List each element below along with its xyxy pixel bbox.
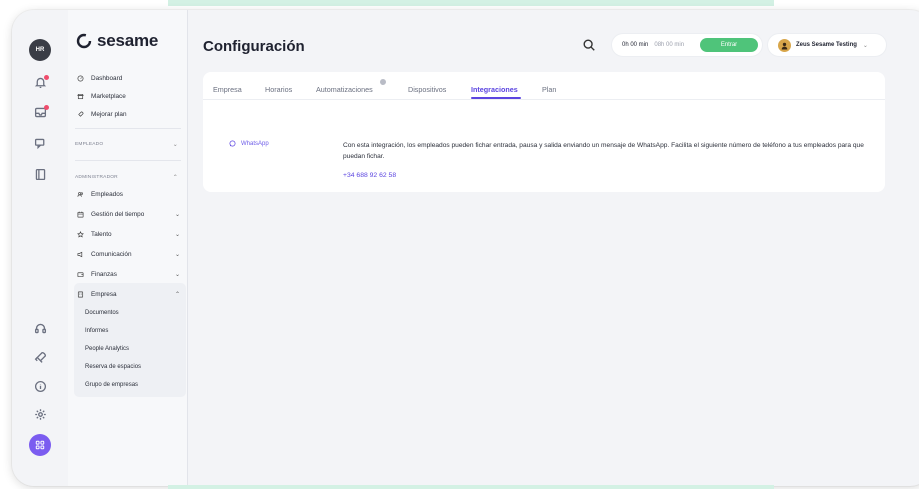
section-administrador[interactable]: ADMINISTRADOR ⌃ <box>75 170 183 184</box>
settings-card: Empresa Horarios Automatizaciones Dispos… <box>203 72 885 192</box>
tab-dispositivos[interactable]: Dispositivos <box>408 85 446 94</box>
avatar-initials: HR <box>29 39 51 61</box>
sidebar-subitem-informes[interactable]: Informes <box>85 322 108 339</box>
chat-icon <box>34 137 47 155</box>
apps-icon <box>29 434 51 456</box>
calendar-icon <box>77 211 87 218</box>
active-tab-indicator <box>471 97 521 99</box>
chevron-up-icon: ⌃ <box>172 174 178 181</box>
sidebar-item-empresa[interactable]: Empresa ⌃ <box>77 286 183 303</box>
whatsapp-integration-label: WhatsApp <box>229 140 269 147</box>
sidebar-item-label: Talento <box>91 231 112 238</box>
integration-description: Con esta integración, los empleados pued… <box>343 142 864 160</box>
gear-icon <box>34 408 47 426</box>
chevron-up-icon: ⌃ <box>174 292 180 298</box>
bottom-accent-bar <box>168 485 774 489</box>
user-menu[interactable]: Zeus Sesame Testing ⌄ <box>768 34 886 56</box>
sidebar-item-label: Empresa <box>91 291 117 298</box>
integration-name: WhatsApp <box>241 140 269 147</box>
entrar-button[interactable]: Entrar <box>700 38 758 52</box>
section-empleado[interactable]: EMPLEADO ⌄ <box>75 137 183 151</box>
chevron-down-icon: ⌄ <box>172 141 178 148</box>
search-button[interactable] <box>582 38 596 52</box>
sidebar-divider <box>75 160 181 161</box>
sidebar: sesame Dashboard Marketplace Mejorar pla… <box>68 10 188 486</box>
tab-automatizaciones[interactable]: Automatizaciones <box>316 85 373 94</box>
chevron-down-icon: ⌄ <box>174 272 180 278</box>
sidebar-divider <box>75 128 181 129</box>
search-icon <box>583 39 595 51</box>
sidebar-item-label: Empleados <box>91 191 123 198</box>
sidebar-item-label: Dashboard <box>91 75 123 82</box>
total-time: 08h 00 min <box>654 42 685 48</box>
users-icon <box>77 191 87 198</box>
sidebar-item-label: Gestión del tiempo <box>91 211 145 218</box>
sesame-logo[interactable]: sesame <box>76 31 158 51</box>
rocket-icon <box>77 111 87 118</box>
inbox-button[interactable] <box>12 105 68 124</box>
integration-phone[interactable]: +34 688 92 62 58 <box>343 172 396 179</box>
sidebar-subitem-grupo-empresas[interactable]: Grupo de empresas <box>85 376 138 393</box>
settings-tabs: Empresa Horarios Automatizaciones Dispos… <box>203 72 885 100</box>
user-name: Zeus Sesame Testing <box>796 42 857 48</box>
section-label: EMPLEADO <box>75 141 104 147</box>
sidebar-item-label: Mejorar plan <box>91 111 127 118</box>
chevron-down-icon: ⌄ <box>174 232 180 238</box>
sidebar-item-talento[interactable]: Talento ⌄ <box>77 226 183 243</box>
tab-horarios[interactable]: Horarios <box>265 85 292 94</box>
top-accent-bar <box>168 0 774 6</box>
sidebar-item-label: Finanzas <box>91 271 117 278</box>
tab-badge-dot <box>380 79 386 85</box>
building-icon <box>77 291 87 298</box>
sidebar-item-gestion-tiempo[interactable]: Gestión del tiempo ⌄ <box>77 206 183 223</box>
support-button[interactable] <box>12 322 68 340</box>
sidebar-item-label: Marketplace <box>91 93 126 100</box>
app-window: HR sesame Dashboard Marketplace Mejorar … <box>12 10 919 486</box>
sidebar-item-finanzas[interactable]: Finanzas ⌄ <box>77 266 183 283</box>
user-avatar-icon <box>781 42 788 49</box>
marketplace-icon <box>77 93 87 100</box>
tab-plan[interactable]: Plan <box>542 85 556 94</box>
rocket-button[interactable] <box>12 351 68 369</box>
icon-rail: HR <box>12 10 68 486</box>
star-icon <box>77 231 87 238</box>
info-icon <box>34 380 47 398</box>
sidebar-item-mejorar-plan[interactable]: Mejorar plan <box>77 106 183 123</box>
profile-avatar[interactable]: HR <box>12 39 68 61</box>
dashboard-icon <box>77 75 87 82</box>
headset-icon <box>34 322 47 340</box>
sidebar-subitem-people-analytics[interactable]: People Analytics <box>85 340 129 357</box>
sidebar-subitem-documentos[interactable]: Documentos <box>85 304 119 321</box>
sidebar-item-marketplace[interactable]: Marketplace <box>77 88 183 105</box>
page-title: Configuración <box>203 38 305 55</box>
chevron-down-icon: ⌄ <box>174 212 180 218</box>
logo-text: sesame <box>97 31 159 50</box>
worked-time: 0h 00 min <box>622 42 649 48</box>
sidebar-item-dashboard[interactable]: Dashboard <box>77 70 183 87</box>
sesame-logo-icon <box>76 33 92 49</box>
inbox-dot <box>44 105 49 110</box>
section-label: ADMINISTRADOR <box>75 174 118 180</box>
sidebar-subitem-reserva-espacios[interactable]: Reserva de espacios <box>85 358 141 375</box>
megaphone-icon <box>77 251 87 258</box>
tab-empresa[interactable]: Empresa <box>213 85 242 94</box>
chevron-down-icon: ⌄ <box>862 42 868 49</box>
apps-button[interactable] <box>12 434 68 456</box>
settings-button[interactable] <box>12 408 68 426</box>
rocket-icon <box>34 351 47 369</box>
tab-integraciones[interactable]: Integraciones <box>471 85 518 94</box>
notifications-button[interactable] <box>12 75 68 94</box>
sidebar-item-label: Comunicación <box>91 251 132 258</box>
book-icon <box>34 168 47 186</box>
user-avatar <box>778 38 791 52</box>
info-button[interactable] <box>12 380 68 398</box>
whatsapp-icon <box>229 140 236 147</box>
notification-dot <box>44 75 49 80</box>
sidebar-item-comunicacion[interactable]: Comunicación ⌄ <box>77 246 183 263</box>
chevron-down-icon: ⌄ <box>174 252 180 258</box>
sidebar-item-empleados[interactable]: Empleados <box>77 186 183 203</box>
book-button[interactable] <box>12 168 68 186</box>
chat-button[interactable] <box>12 137 68 155</box>
wallet-icon <box>77 271 87 278</box>
